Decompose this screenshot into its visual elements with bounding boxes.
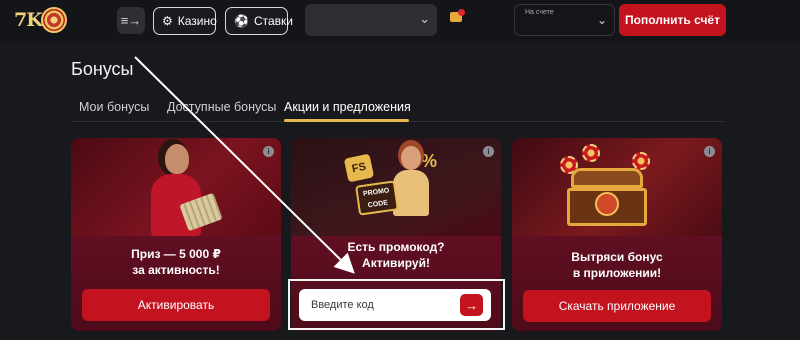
info-icon[interactable]: i: [263, 146, 274, 157]
card-text-line: в приложении!: [572, 266, 662, 280]
promo-code-sign: PROMO CODE: [355, 180, 399, 216]
chevron-down-icon: ⌄: [596, 13, 607, 27]
roulette-wheel-icon: [40, 7, 67, 33]
menu-toggle-button[interactable]: ≡→: [117, 7, 145, 34]
balance-dropdown[interactable]: ⌄: [305, 4, 437, 36]
bonus-card-activity: i Приз — 5 000 ₽ за активность! Активиро…: [71, 138, 281, 331]
card-text-line: Есть промокод?: [347, 240, 445, 254]
notification-badge: [458, 9, 465, 16]
chevron-down-icon: ⌄: [419, 11, 430, 26]
card-image: i: [71, 138, 281, 236]
tab-my-bonuses[interactable]: Мои бонусы: [79, 100, 149, 114]
page-title: Бонусы: [71, 59, 134, 79]
activate-button[interactable]: Активировать: [82, 289, 270, 321]
annotation-highlight-box: [288, 279, 505, 330]
site-logo[interactable]: 7K: [14, 6, 67, 34]
account-label: На счете: [525, 9, 554, 16]
account-dropdown[interactable]: На счете ⌄: [514, 4, 615, 36]
free-spins-badge: FS: [343, 153, 375, 183]
card-description: Есть промокод? Активируй!: [291, 239, 501, 271]
active-tab-indicator: [284, 119, 409, 122]
card-text-line: Приз — 5 000 ₽: [131, 247, 221, 261]
nav-casino-label: Казино: [177, 14, 217, 28]
card-image: i: [512, 138, 722, 236]
card-description: Вытряси бонус в приложении!: [512, 249, 722, 281]
card-text-line: за активность!: [132, 263, 220, 277]
casino-chip-icon: ⚙: [162, 14, 173, 28]
card-text-line: Вытряси бонус: [571, 250, 663, 264]
top-header: 7K ≡→ ⚙ Казино ⚽ Ставки ⌄ На счете ⌄ Поп…: [0, 0, 800, 42]
download-app-button[interactable]: Скачать приложение: [523, 290, 711, 322]
info-icon[interactable]: i: [704, 146, 715, 157]
soccer-ball-icon: ⚽: [234, 14, 249, 28]
bonus-tabs: Мои бонусы Доступные бонусы Акции и пред…: [71, 95, 724, 122]
tab-available-bonuses[interactable]: Доступные бонусы: [167, 100, 276, 114]
bonus-card-app: i Вытряси бонус в приложении! Скачать пр…: [512, 138, 722, 331]
card-description: Приз — 5 000 ₽ за активность!: [71, 246, 281, 278]
deposit-button[interactable]: Пополнить счёт: [619, 4, 726, 36]
menu-arrow-icon: ≡→: [120, 13, 142, 28]
nav-bets-button[interactable]: ⚽ Ставки: [225, 7, 293, 35]
treasure-chest-image: [567, 168, 647, 226]
card-text-line: Активируй!: [362, 256, 430, 270]
info-icon[interactable]: i: [483, 146, 494, 157]
card-image: FS % PROMO CODE i: [291, 138, 501, 236]
nav-bets-label: Ставки: [253, 14, 293, 28]
casino-chip-icon: [582, 144, 600, 162]
nav-casino-button[interactable]: ⚙ Казино: [153, 7, 217, 35]
tab-promotions[interactable]: Акции и предложения: [284, 100, 411, 114]
logo-text: 7K: [14, 9, 43, 31]
